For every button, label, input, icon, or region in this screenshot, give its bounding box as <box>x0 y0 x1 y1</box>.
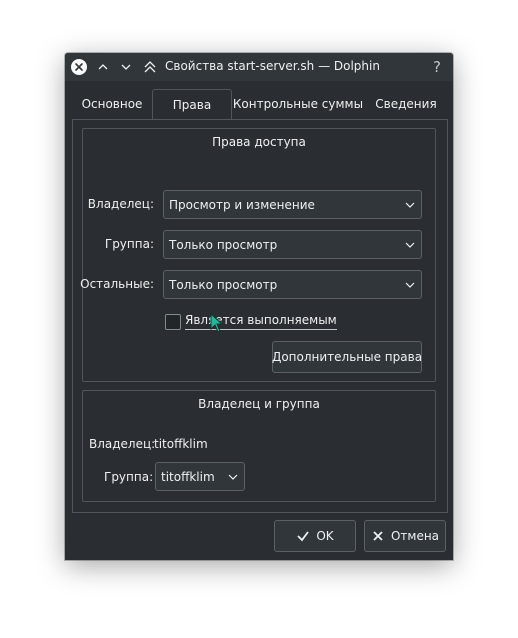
tab-checksums[interactable]: Контрольные суммы <box>230 89 366 119</box>
ok-label: OK <box>316 529 334 543</box>
chevron-up-icon <box>98 64 108 70</box>
chevron-down-icon <box>405 242 415 248</box>
cancel-icon <box>373 531 383 541</box>
cancel-button[interactable]: Отмена <box>364 520 446 552</box>
help-button[interactable]: ? <box>427 57 447 77</box>
group-combo[interactable]: titoffklim <box>155 462 245 491</box>
permissions-group-title: Права доступа <box>212 135 306 149</box>
executable-checkbox[interactable] <box>165 314 181 330</box>
title-bar: Свойства start-server.sh — Dolphin ? <box>65 53 453 81</box>
tab-permissions[interactable]: Права <box>152 89 232 120</box>
tab-details[interactable]: Сведения <box>366 89 446 119</box>
minimize-button[interactable] <box>116 57 136 77</box>
ownership-group: Владелец и группа Владелец: titoffklim Г… <box>82 390 436 502</box>
double-chevron-up-icon <box>144 61 156 73</box>
owner-permission-combo[interactable]: Просмотр и изменение <box>163 190 422 219</box>
group-permission-combo[interactable]: Только просмотр <box>163 230 422 259</box>
permissions-group: Права доступа Владелец: Просмотр и измен… <box>80 128 436 382</box>
window-title: Свойства start-server.sh — Dolphin <box>165 59 380 73</box>
help-icon: ? <box>433 58 441 76</box>
chevron-down-icon <box>228 474 238 480</box>
close-button[interactable] <box>69 57 89 77</box>
keep-above-button[interactable] <box>93 57 113 77</box>
others-permission-label: Остальные: <box>80 277 154 291</box>
others-permission-combo[interactable]: Только просмотр <box>163 270 422 299</box>
advanced-permissions-button[interactable]: Дополнительные права <box>272 341 422 373</box>
executable-label[interactable]: Является выполняемым <box>185 313 337 330</box>
others-permission-value: Только просмотр <box>169 277 278 292</box>
group-value: titoffklim <box>161 469 215 484</box>
cancel-label: Отмена <box>390 529 440 543</box>
tab-content: Права доступа Владелец: Просмотр и измен… <box>72 119 448 513</box>
group-permission-value: Только просмотр <box>169 237 278 252</box>
chevron-down-icon <box>405 282 415 288</box>
owner-value: titoffklim <box>154 437 208 451</box>
close-icon <box>71 59 87 75</box>
owner-label: Владелец: <box>89 437 156 451</box>
chevron-down-icon <box>121 64 131 70</box>
chevron-down-icon <box>405 202 415 208</box>
maximize-button[interactable] <box>140 57 160 77</box>
owner-permission-value: Просмотр и изменение <box>169 197 315 212</box>
group-permission-label: Группа: <box>104 237 154 251</box>
ok-button[interactable]: OK <box>274 520 356 552</box>
ownership-group-title: Владелец и группа <box>198 397 320 411</box>
tab-general[interactable]: Основное <box>72 89 152 119</box>
checkmark-icon <box>297 531 310 542</box>
group-label: Группа: <box>104 470 154 484</box>
owner-permission-label: Владелец: <box>87 197 154 211</box>
tab-bar: Основное Права Контрольные суммы Сведени… <box>72 89 446 120</box>
mouse-cursor-icon <box>210 313 224 333</box>
properties-dialog: Свойства start-server.sh — Dolphin ? Осн… <box>65 53 453 560</box>
